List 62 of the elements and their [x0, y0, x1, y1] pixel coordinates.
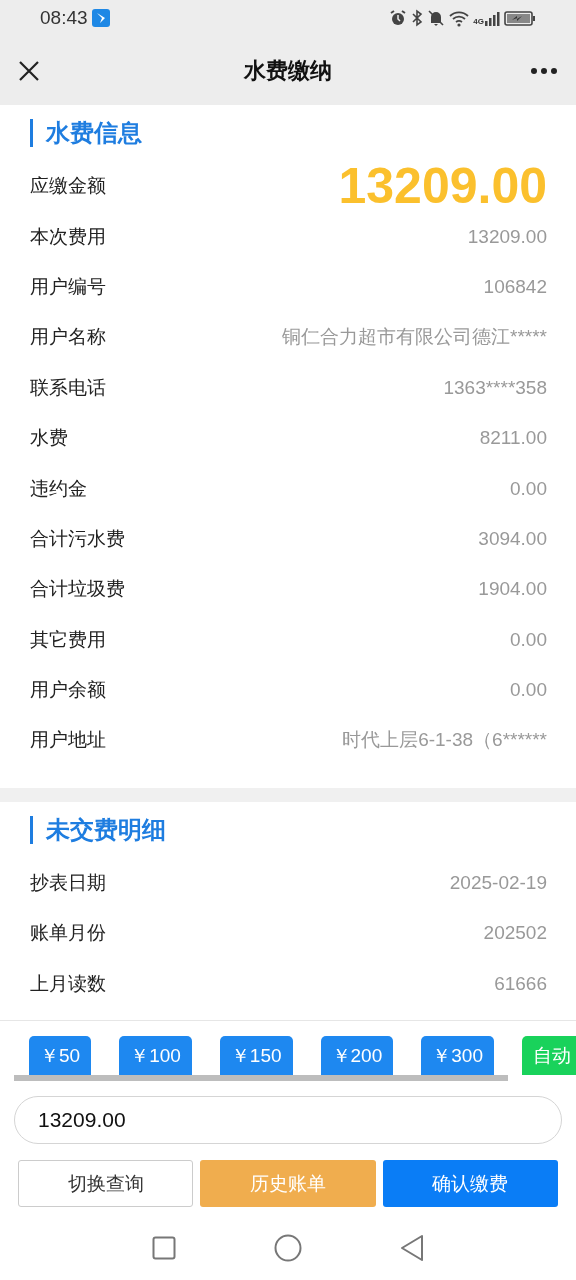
section-title: 未交费明细	[30, 815, 166, 844]
field-value: 106842	[483, 275, 547, 298]
field-value: 3094.00	[478, 527, 547, 550]
field-value: 0.00	[510, 477, 547, 500]
auto-chip[interactable]: 自动	[521, 1036, 576, 1075]
field-label: 合计垃圾费	[30, 577, 125, 602]
more-button[interactable]	[530, 66, 558, 75]
field-label: 违约金	[30, 476, 87, 501]
back-button[interactable]	[400, 1233, 424, 1262]
page-title: 水费缴纳	[244, 57, 332, 83]
field-value: 1363****358	[443, 376, 547, 399]
field-value: 8211.00	[479, 427, 547, 450]
field-value: 202502	[483, 922, 547, 945]
square-icon	[152, 1235, 176, 1260]
field-label: 用户编号	[30, 274, 106, 299]
field-label: 账单月份	[30, 921, 106, 946]
field-value: 时代上层6-1-38（6******	[342, 728, 547, 753]
field-label: 用户名称	[30, 325, 106, 350]
amount-chip[interactable]: ￥100	[119, 1036, 192, 1075]
more-icon	[530, 66, 558, 75]
signal-icon	[484, 9, 500, 27]
bell-off-icon	[427, 9, 446, 27]
history-button[interactable]: 历史账单	[200, 1160, 376, 1207]
alarm-icon	[389, 9, 408, 27]
field-value: 0.00	[510, 679, 547, 702]
amount-due: 13209.00	[338, 157, 547, 216]
field-label: 本次费用	[30, 224, 106, 249]
back-triangle-icon	[400, 1233, 424, 1262]
circle-icon	[274, 1233, 302, 1262]
close-button[interactable]	[18, 59, 40, 82]
amount-chip[interactable]: ￥50	[29, 1036, 92, 1075]
amount-field[interactable]: 13209.00	[14, 1096, 562, 1144]
field-label: 联系电话	[30, 375, 106, 400]
clock-time: 08:43	[40, 7, 88, 29]
field-label: 抄表日期	[30, 870, 106, 895]
switch-query-button[interactable]: 切换查询	[18, 1160, 194, 1207]
field-value: 0.00	[510, 628, 547, 651]
field-value: 2025-02-19	[449, 871, 547, 894]
confirm-pay-button[interactable]: 确认缴费	[382, 1160, 558, 1207]
field-label: 水费	[30, 426, 68, 451]
close-icon	[18, 59, 40, 82]
field-label: 合计污水费	[30, 526, 125, 551]
field-value: 13209.00	[467, 225, 547, 248]
amount-chip[interactable]: ￥200	[320, 1036, 394, 1075]
field-value: 1904.00	[478, 578, 547, 601]
field-label: 其它费用	[30, 627, 106, 652]
amount-chip[interactable]: ￥150	[219, 1036, 293, 1075]
amount-chip[interactable]: ￥300	[421, 1036, 494, 1075]
field-value: 铜仁合力超市有限公司德江*****	[282, 325, 547, 350]
recents-button[interactable]	[152, 1235, 176, 1260]
bluetooth-icon	[411, 9, 424, 27]
field-label: 用户地址	[30, 728, 106, 753]
section-title: 水费信息	[30, 119, 142, 147]
field-label: 上月读数	[30, 971, 106, 996]
home-button[interactable]	[274, 1233, 302, 1262]
network-type: 4G	[473, 17, 484, 26]
battery-charging-icon	[504, 9, 536, 27]
field-value: 61666	[494, 972, 547, 995]
app-notification-icon	[91, 9, 110, 27]
field-label: 应缴金额	[30, 174, 106, 199]
field-label: 用户余额	[30, 678, 106, 703]
wifi-icon	[449, 9, 470, 27]
